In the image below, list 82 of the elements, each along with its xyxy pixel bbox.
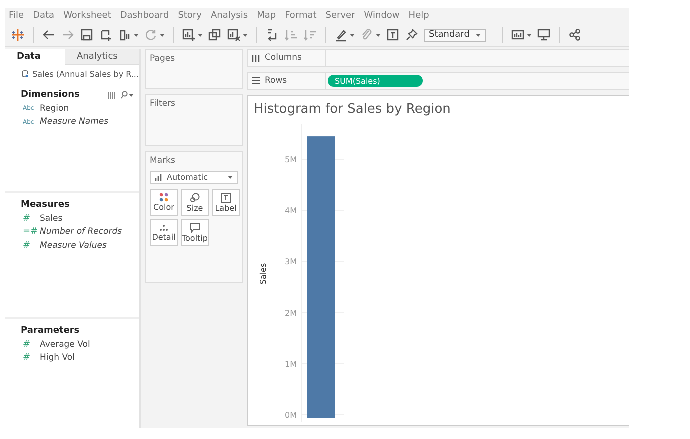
size-circles-icon [190,192,200,202]
duplicate-icon[interactable] [208,28,222,42]
menu-item[interactable]: Window [364,11,400,21]
text-box-icon[interactable] [386,28,400,42]
shelf[interactable]: Columns [247,49,629,67]
clear-sheet-icon[interactable] [227,28,241,42]
caret-icon[interactable] [198,34,203,36]
dropdown-caret-icon[interactable] [476,34,481,36]
mark-type-dropdown[interactable]: Automatic [150,171,238,184]
caret-icon[interactable] [527,34,532,36]
field-name[interactable]: Measure Values [40,240,107,251]
pages-card: Pages [145,49,243,89]
field-name[interactable]: Number of Records [40,227,122,238]
y-tick-label: 3M [285,258,297,267]
field-name[interactable]: Average Vol [40,340,90,350]
mark-property-button[interactable]: Label [212,189,240,216]
menu-item[interactable]: Analysis [210,11,248,21]
menu-item[interactable]: Worksheet [64,11,112,21]
field-type-glyph: # [23,340,32,350]
section-heading: Dimensions [21,90,80,100]
bar-chart-icon [155,174,163,181]
mark-property-button[interactable]: Color [150,189,178,216]
caret-icon[interactable] [350,34,355,36]
dots-icon [159,224,169,232]
section-heading: Parameters [21,326,80,336]
presentation-icon[interactable] [537,28,551,42]
paperclip-icon[interactable] [360,28,374,42]
view-toggle-icon[interactable] [108,92,117,98]
rows-icon [252,77,260,85]
menu-item[interactable]: Map [257,11,276,21]
field-name[interactable]: High Vol [40,353,75,364]
filters-card: Filters [145,94,243,146]
speech-bubble-icon [190,222,200,232]
database-icon [22,69,29,79]
search-icon[interactable] [121,91,128,99]
field-name[interactable]: Sales [40,214,63,224]
mark-property-button[interactable]: Tooltip [181,219,209,246]
share-icon[interactable] [568,28,582,42]
field-type-glyph: # [23,353,32,364]
menu-item[interactable]: Server [326,11,356,21]
caret-icon[interactable] [376,34,381,36]
field-name[interactable]: Measure Names [40,117,109,128]
logo-icon[interactable] [11,28,25,42]
menu-item[interactable]: File [9,11,24,21]
section-heading: Measures [21,200,70,210]
menu-item[interactable]: Help [408,11,430,21]
show-me-icon[interactable] [511,28,525,42]
data-source-name[interactable]: Sales (Annual Sales by R... [32,70,139,78]
y-tick-label: 2M [285,308,297,318]
field-type-glyph: =# [23,227,35,238]
y-tick-label: 0M [285,411,297,420]
marks-card: Marks Automatic Color Size Label Detail Tooltip [145,151,243,283]
color-dots-icon [159,193,169,202]
text-box-icon [221,192,231,202]
columns-icon [252,54,260,62]
y-tick-label: 1M [285,360,297,369]
y-tick-label: 5M [285,156,297,165]
new-worksheet-icon[interactable] [182,28,196,42]
field-type-glyph: # [23,240,32,251]
chart-title: Histogram for Sales by Region [253,101,452,119]
pin-icon[interactable] [405,28,419,42]
save-icon[interactable] [80,28,94,42]
y-tick-label: 4M [285,206,297,216]
mark-property-button[interactable]: Size [181,189,209,216]
menu-item[interactable]: Dashboard [120,11,170,21]
field-name[interactable]: Region [40,104,70,114]
y-axis-label: Sales [259,263,268,285]
fit-dropdown[interactable]: Standard [424,28,486,42]
dropdown-caret-icon[interactable] [228,176,233,179]
caret-icon[interactable] [134,34,139,36]
caret-icon[interactable] [160,34,165,36]
mark-property-button[interactable]: Detail [150,219,178,246]
menu-item[interactable]: Story [178,11,202,21]
caret-icon[interactable] [243,34,248,36]
menu-caret-icon[interactable] [129,94,134,96]
menu-item[interactable]: Format [285,11,317,21]
field-type-glyph: # [23,214,32,224]
menu-item[interactable]: Data [33,11,55,21]
highlighter-icon[interactable] [334,28,348,42]
pane-tab[interactable]: Analytics [65,49,139,65]
back-arrow-icon[interactable] [42,28,56,42]
shelf[interactable]: Rows SUM(Sales) [247,72,629,90]
